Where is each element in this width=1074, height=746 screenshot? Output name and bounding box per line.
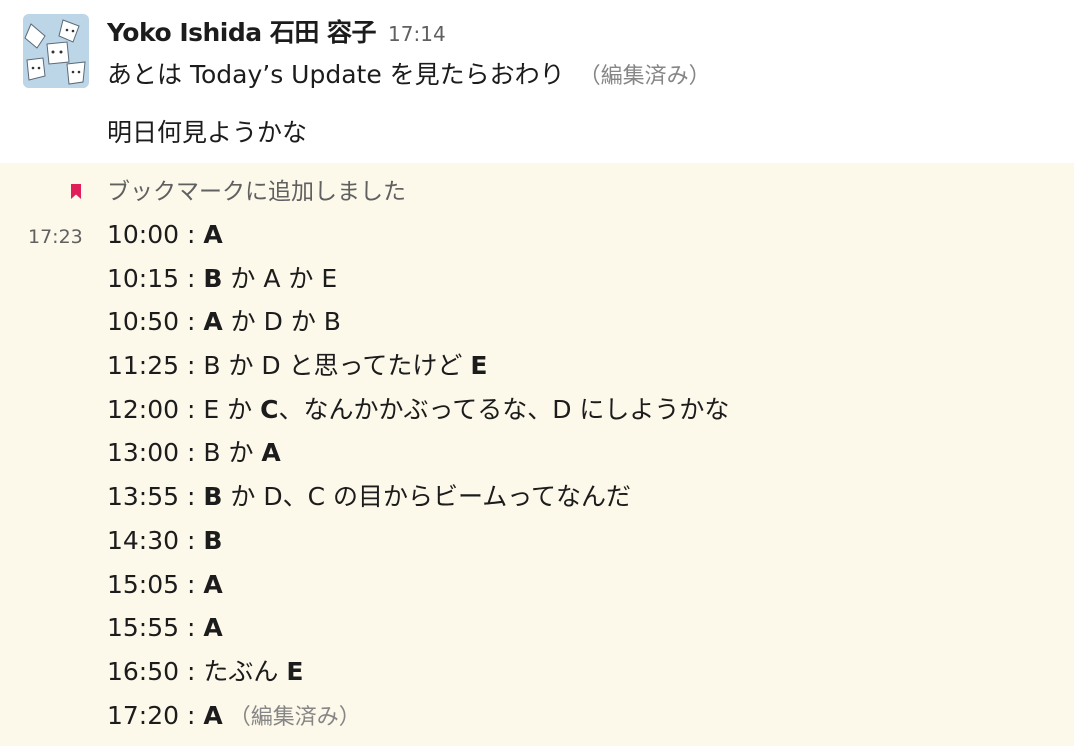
schedule-line: 10:50 : A か D か B [107, 303, 729, 347]
bookmark-indicator: ブックマークに追加しました [0, 177, 1074, 207]
user-avatar[interactable] [23, 14, 89, 88]
schedule-time: 15:05 : [107, 569, 204, 599]
schedule-list: 10:00 : A 10:15 : B か A か E 10:50 : A か D … [107, 216, 729, 740]
bookmark-label: ブックマークに追加しました [107, 179, 406, 205]
schedule-choice: A [203, 700, 223, 730]
schedule-time: 13:55 : [107, 482, 204, 512]
schedule-time: 10:50 : [107, 307, 204, 337]
sender-name[interactable]: Yoko Ishida 石田 容子 [107, 13, 377, 49]
schedule-time: 11:25 : [107, 351, 204, 381]
schedule-choice: B [203, 263, 223, 293]
message-text-line: 明日何見ようかな [107, 116, 307, 150]
schedule-choice: A [203, 220, 223, 249]
schedule-line: 14:30 : B [107, 522, 729, 566]
schedule-line: 13:55 : B か D、C の目からビームってなんだ [107, 478, 729, 522]
schedule-choice: B [203, 525, 223, 555]
hover-timestamp[interactable]: 17:23 [28, 224, 83, 250]
schedule-line: 12:00 : E か C、なんかかぶってるな、D にしようかな [107, 391, 729, 435]
schedule-line: 15:55 : A [107, 609, 729, 653]
schedule-note: E か [203, 394, 261, 424]
schedule-line: 13:00 : B か A [107, 434, 729, 478]
schedule-note: か D か B [222, 307, 341, 337]
bookmark-icon [71, 184, 81, 199]
cat-illustration-icon [23, 14, 89, 88]
schedule-choice: C [260, 394, 279, 424]
schedule-note: B か [203, 438, 262, 468]
schedule-line: 10:15 : B か A か E [107, 260, 729, 304]
schedule-line: 10:00 : A [107, 216, 729, 260]
message-text: 明日何見ようかな [107, 118, 308, 147]
schedule-time: 13:00 : [107, 438, 204, 468]
schedule-line: 11:25 : B か D と思ってたけど E [107, 347, 729, 391]
schedule-time: 16:50 : [107, 656, 204, 686]
schedule-choice: A [261, 438, 281, 468]
schedule-time: 10:00 : [107, 220, 204, 249]
schedule-line: 16:50 : たぶん E [107, 653, 729, 697]
message-text-line: あとは Today’s Update を見たらおわり （編集済み） [107, 58, 711, 94]
schedule-choice: E [470, 351, 488, 381]
schedule-time: 15:55 : [107, 613, 204, 643]
schedule-note: か A か E [222, 263, 338, 293]
schedule-time: 12:00 : [107, 394, 204, 424]
message-text: あとは Today’s Update を見たらおわり [107, 60, 565, 89]
schedule-choice: A [203, 569, 223, 599]
edited-label: （編集済み） [228, 704, 361, 730]
schedule-note: たぶん [203, 656, 287, 686]
schedule-choice: A [203, 307, 223, 337]
schedule-note: B か D と思ってたけど [203, 351, 471, 381]
schedule-time: 10:15 : [107, 263, 204, 293]
message-timestamp[interactable]: 17:14 [388, 22, 446, 46]
schedule-line: 17:20 : A （編集済み） [107, 697, 729, 741]
schedule-choice: B [203, 482, 223, 512]
message-yoko-1714[interactable]: Yoko Ishida 石田 容子 17:14 あとは Today’s Upda… [0, 0, 1074, 163]
schedule-time: 14:30 : [107, 525, 204, 555]
bookmarked-message[interactable]: ブックマークに追加しました 17:23 10:00 : A 10:15 : B か… [0, 163, 1074, 746]
schedule-choice: A [203, 613, 223, 643]
schedule-choice: E [286, 656, 304, 686]
schedule-note: 、なんかかぶってるな、D にしようかな [278, 394, 730, 424]
schedule-line: 15:05 : A [107, 566, 729, 610]
schedule-time: 17:20 : [107, 700, 204, 730]
schedule-note: か D、C の目からビームってなんだ [222, 482, 631, 512]
edited-label: （編集済み） [578, 64, 711, 89]
message-header: Yoko Ishida 石田 容子 17:14 [107, 13, 446, 47]
